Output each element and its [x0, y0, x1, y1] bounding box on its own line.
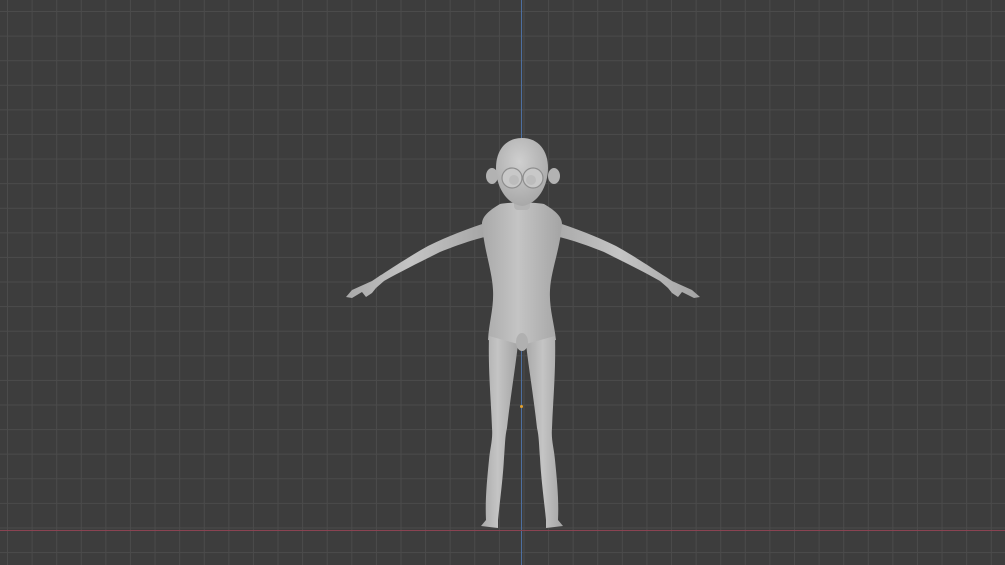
right-arm — [554, 222, 700, 298]
pelvis-detail — [516, 333, 528, 351]
object-origin-dot[interactable] — [520, 405, 523, 408]
3d-viewport[interactable] — [0, 0, 1005, 565]
left-arm — [346, 222, 490, 298]
right-leg — [526, 336, 563, 528]
torso — [482, 202, 562, 346]
right-pupil — [526, 175, 536, 185]
left-pupil — [509, 175, 519, 185]
right-ear — [548, 168, 560, 184]
character-model[interactable] — [0, 0, 1005, 565]
left-leg — [481, 336, 518, 528]
